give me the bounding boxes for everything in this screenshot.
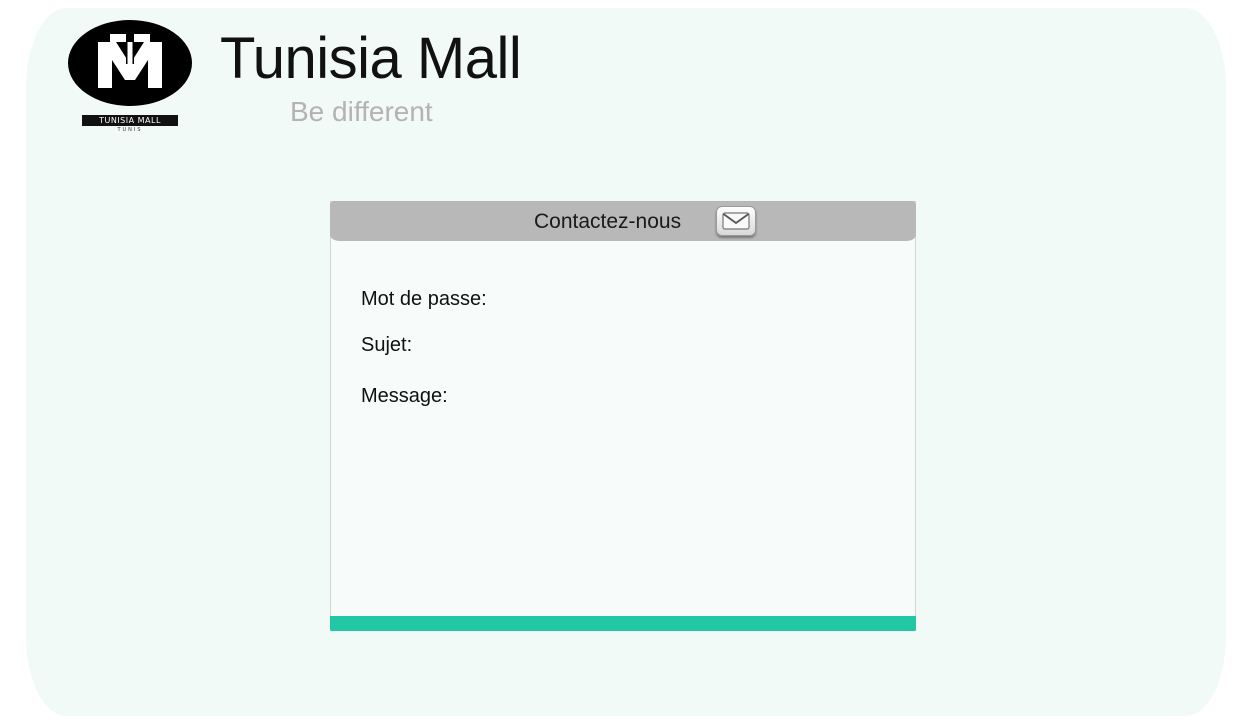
- envelope-icon: [722, 212, 750, 230]
- contact-panel-title: Contactez-nous: [534, 210, 682, 233]
- send-mail-button[interactable]: [716, 206, 756, 236]
- contact-panel-header: Contactez-nous: [330, 201, 916, 241]
- contact-panel: Contactez-nous Mot de passe: Sujet: Mess…: [330, 201, 916, 631]
- brand-title: Tunisia Mall: [220, 26, 522, 91]
- password-label: Mot de passe:: [361, 288, 487, 310]
- brand-tagline: Be different: [290, 96, 433, 127]
- tm-monogram-icon: [68, 20, 192, 106]
- message-label: Message:: [361, 385, 448, 407]
- logo-caption: TUNISIA MALL: [82, 115, 178, 126]
- subject-label: Sujet:: [361, 334, 413, 356]
- logo-subcaption: TUNIS: [117, 127, 143, 133]
- contact-panel-footer-bar: [330, 616, 916, 631]
